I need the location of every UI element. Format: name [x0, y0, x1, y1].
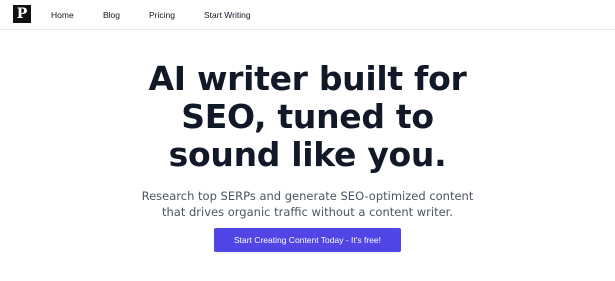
hero-headline-line-3: sound like you.	[168, 135, 447, 174]
top-navbar: P Home Blog Pricing Start Writing	[0, 0, 615, 30]
nav-link-home[interactable]: Home	[51, 9, 74, 21]
start-creating-content-button[interactable]: Start Creating Content Today - It's free…	[214, 228, 401, 252]
hero-subheadline-line-1: Research top SERPs and generate SEO-opti…	[141, 189, 474, 203]
hero-headline-line-1: AI writer built for	[148, 59, 467, 98]
nav-link-pricing[interactable]: Pricing	[149, 9, 175, 21]
nav-link-start-writing[interactable]: Start Writing	[204, 9, 251, 21]
hero-section: AI writer built for SEO, tuned to sound …	[0, 60, 615, 220]
hero-headline-line-2: SEO, tuned to	[181, 97, 434, 136]
brand-logo-icon[interactable]: P	[13, 5, 31, 23]
landing-page: P Home Blog Pricing Start Writing AI wri…	[0, 0, 615, 281]
hero-headline: AI writer built for SEO, tuned to sound …	[98, 60, 518, 174]
hero-subheadline-line-2: that drives organic traffic without a co…	[161, 205, 454, 219]
logo-letter: P	[16, 6, 28, 22]
hero-subheadline: Research top SERPs and generate SEO-opti…	[128, 188, 488, 220]
nav-link-blog[interactable]: Blog	[103, 9, 120, 21]
